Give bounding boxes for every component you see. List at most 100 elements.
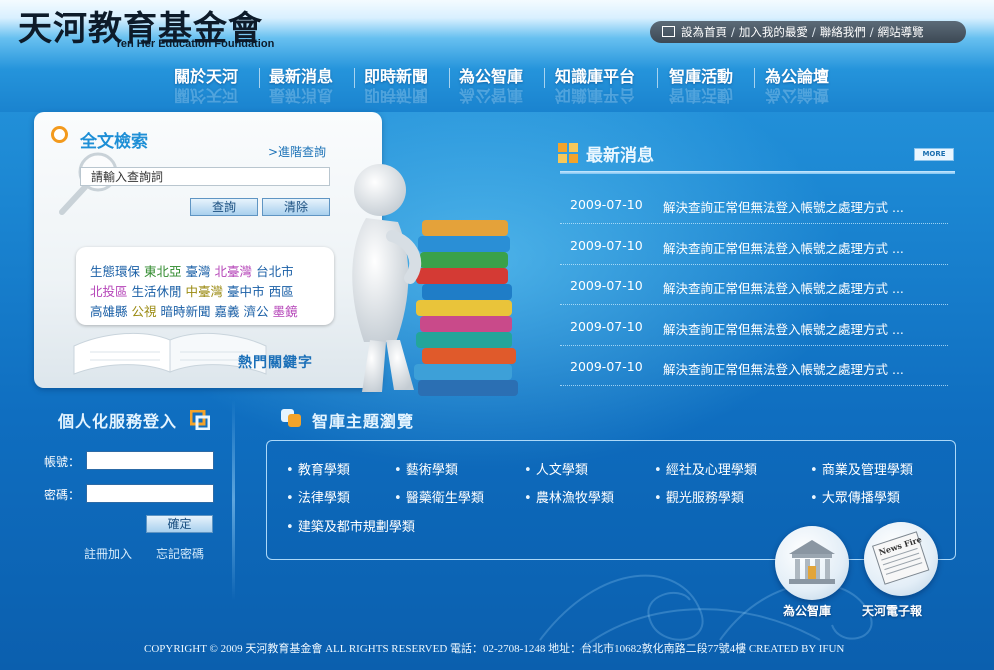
nav-label: 知識庫平台 xyxy=(555,67,636,86)
news-title: 最新消息 xyxy=(586,146,654,166)
password-input[interactable] xyxy=(86,484,214,503)
topic-link-architecture[interactable]: 建築及都市規劃學類 xyxy=(286,516,415,535)
topic-link-humanities[interactable]: 人文學類 xyxy=(524,459,588,478)
account-label: 帳號： xyxy=(44,455,81,469)
think-tank-button[interactable] xyxy=(775,526,849,600)
keyword-link[interactable]: 臺灣 xyxy=(186,264,211,279)
nav-item-about[interactable]: 關於天河 關於天河 xyxy=(174,63,239,105)
nav-label: 最新消息 xyxy=(269,67,334,86)
main-nav: 關於天河 關於天河 最新消息 最新消息 即時新聞 即時新聞 為公智庫 為公智庫 知識庫平… xyxy=(164,63,864,105)
keyword-link[interactable]: 中臺灣 xyxy=(186,284,224,299)
topic-link-business[interactable]: 商業及管理學類 xyxy=(810,459,913,478)
news-item[interactable]: 2009-07-10 解決查詢正常但無法登入帳號之處理方式 ... xyxy=(560,345,948,386)
news-date: 2009-07-10 xyxy=(570,319,643,334)
set-homepage-link[interactable]: 設為首頁 xyxy=(681,25,727,39)
logo-text-en: Ten Her Education Foundation xyxy=(115,38,275,50)
library-building-icon xyxy=(789,540,835,584)
nav-label: 智庫活動 xyxy=(669,67,734,86)
figure-with-books-illustration xyxy=(352,164,518,396)
link-separator: / xyxy=(869,25,874,39)
topic-link-tourism[interactable]: 觀光服務學類 xyxy=(654,487,744,506)
topic-link-arts[interactable]: 藝術學類 xyxy=(394,459,458,478)
topic-link-law[interactable]: 法律學類 xyxy=(286,487,350,506)
nav-item-latest-news[interactable]: 最新消息 最新消息 xyxy=(269,63,334,105)
news-more-button[interactable]: MORE xyxy=(914,148,954,161)
nav-divider xyxy=(354,68,355,88)
news-headline: 解決查詢正常但無法登入帳號之處理方式 ... xyxy=(663,200,904,215)
keyword-link[interactable]: 西區 xyxy=(269,284,294,299)
news-headline: 解決查詢正常但無法登入帳號之處理方式 ... xyxy=(663,322,904,337)
nav-label: 即時新聞 xyxy=(364,67,429,86)
nav-divider xyxy=(657,68,658,88)
keyword-link[interactable]: 嘉義 xyxy=(215,304,240,319)
keyword-link[interactable]: 高雄縣 xyxy=(90,304,128,319)
keyword-link[interactable]: 暗時新聞 xyxy=(161,304,211,319)
keyword-link[interactable]: 公視 xyxy=(132,304,157,319)
add-favorite-link[interactable]: 加入我的最愛 xyxy=(739,25,808,39)
top-links-bar: 設為首頁 / 加入我的最愛 / 聯絡我們 / 網站導覽 xyxy=(650,21,966,43)
nav-item-knowledge-platform[interactable]: 知識庫平台 知識庫平台 xyxy=(555,63,636,105)
nav-item-forum[interactable]: 為公論壇 為公論壇 xyxy=(765,63,830,105)
nav-divider xyxy=(754,68,755,88)
topic-link-media[interactable]: 大眾傳播學類 xyxy=(810,487,900,506)
password-label: 密碼： xyxy=(44,488,81,502)
nav-label: 為公智庫 xyxy=(459,67,524,86)
nav-label: 為公論壇 xyxy=(765,67,830,86)
contact-us-link[interactable]: 聯絡我們 xyxy=(820,25,866,39)
login-title: 個人化服務登入 xyxy=(58,412,178,431)
footer-copyright: COPYRIGHT © 2009 天河教育基金會 ALL RIGHTS RESE… xyxy=(144,643,845,655)
think-tank-label[interactable]: 為公智庫 xyxy=(783,602,831,619)
forgot-password-link[interactable]: 忘記密碼 xyxy=(156,545,204,562)
topic-link-medicine[interactable]: 醫藥衛生學類 xyxy=(394,487,484,506)
hot-keywords-list: 生態環保 東北亞 臺灣 北臺灣 台北市 北投區 生活休閒 中臺灣 臺中市 西區 高雄縣 公視 暗時新… xyxy=(90,262,324,322)
keyword-link[interactable]: 墨鏡 xyxy=(273,304,298,319)
clear-button[interactable]: 清除 xyxy=(262,198,330,216)
topics-icon xyxy=(281,409,301,427)
news-date: 2009-07-10 xyxy=(570,197,643,212)
hot-keywords-label: 熱門關鍵字 xyxy=(238,355,313,371)
keyword-link[interactable]: 台北市 xyxy=(256,264,294,279)
keyword-link[interactable]: 北投區 xyxy=(90,284,128,299)
search-input[interactable] xyxy=(80,167,330,186)
keyword-link[interactable]: 東北亞 xyxy=(144,264,182,279)
topics-title: 智庫主題瀏覽 xyxy=(312,412,415,431)
search-button[interactable]: 查詢 xyxy=(190,198,258,216)
newspaper-icon: News Fire xyxy=(872,531,930,585)
topic-link-agriculture[interactable]: 農林漁牧學類 xyxy=(524,487,614,506)
nav-item-instant-news[interactable]: 即時新聞 即時新聞 xyxy=(364,63,429,105)
news-item[interactable]: 2009-07-10 解決查詢正常但無法登入帳號之處理方式 ... xyxy=(560,224,948,265)
nav-item-events[interactable]: 智庫活動 智庫活動 xyxy=(669,63,734,105)
news-headline: 解決查詢正常但無法登入帳號之處理方式 ... xyxy=(663,362,904,377)
news-date: 2009-07-10 xyxy=(570,238,643,253)
keyword-link[interactable]: 生活休閒 xyxy=(132,284,182,299)
link-separator: / xyxy=(811,25,816,39)
keyword-link[interactable]: 濟公 xyxy=(244,304,269,319)
search-icon xyxy=(51,126,68,143)
search-title: 全文檢索 xyxy=(80,132,148,152)
news-item[interactable]: 2009-07-10 解決查詢正常但無法登入帳號之處理方式 ... xyxy=(560,305,948,346)
news-item[interactable]: 2009-07-10 解決查詢正常但無法登入帳號之處理方式 ... xyxy=(560,183,948,224)
nav-label: 關於天河 xyxy=(174,67,239,86)
sitemap-link[interactable]: 網站導覽 xyxy=(878,25,924,39)
nav-divider xyxy=(449,68,450,88)
enews-button[interactable]: News Fire xyxy=(864,522,938,596)
enews-label[interactable]: 天河電子報 xyxy=(862,602,922,619)
topic-link-education[interactable]: 教育學類 xyxy=(286,459,350,478)
foundation-logo[interactable]: 天河教育基金會 Ten Her Education Foundation xyxy=(18,10,288,56)
topic-link-social-psychology[interactable]: 經社及心理學類 xyxy=(654,459,757,478)
keyword-link[interactable]: 北臺灣 xyxy=(215,264,253,279)
register-link[interactable]: 註冊加入 xyxy=(84,545,132,562)
keyword-link[interactable]: 生態環保 xyxy=(90,264,140,279)
home-icon xyxy=(662,26,675,37)
news-item[interactable]: 2009-07-10 解決查詢正常但無法登入帳號之處理方式 ... xyxy=(560,264,948,305)
nav-item-think-tank[interactable]: 為公智庫 為公智庫 xyxy=(459,63,524,105)
nav-divider xyxy=(544,68,545,88)
section-divider xyxy=(232,400,235,600)
keyword-link[interactable]: 臺中市 xyxy=(227,284,265,299)
nav-divider xyxy=(259,68,260,88)
news-icon xyxy=(558,143,578,163)
news-headline: 解決查詢正常但無法登入帳號之處理方式 ... xyxy=(663,241,904,256)
account-input[interactable] xyxy=(86,451,214,470)
confirm-button[interactable]: 確定 xyxy=(146,515,213,533)
advanced-search-link[interactable]: >進階查詢 xyxy=(268,143,326,160)
